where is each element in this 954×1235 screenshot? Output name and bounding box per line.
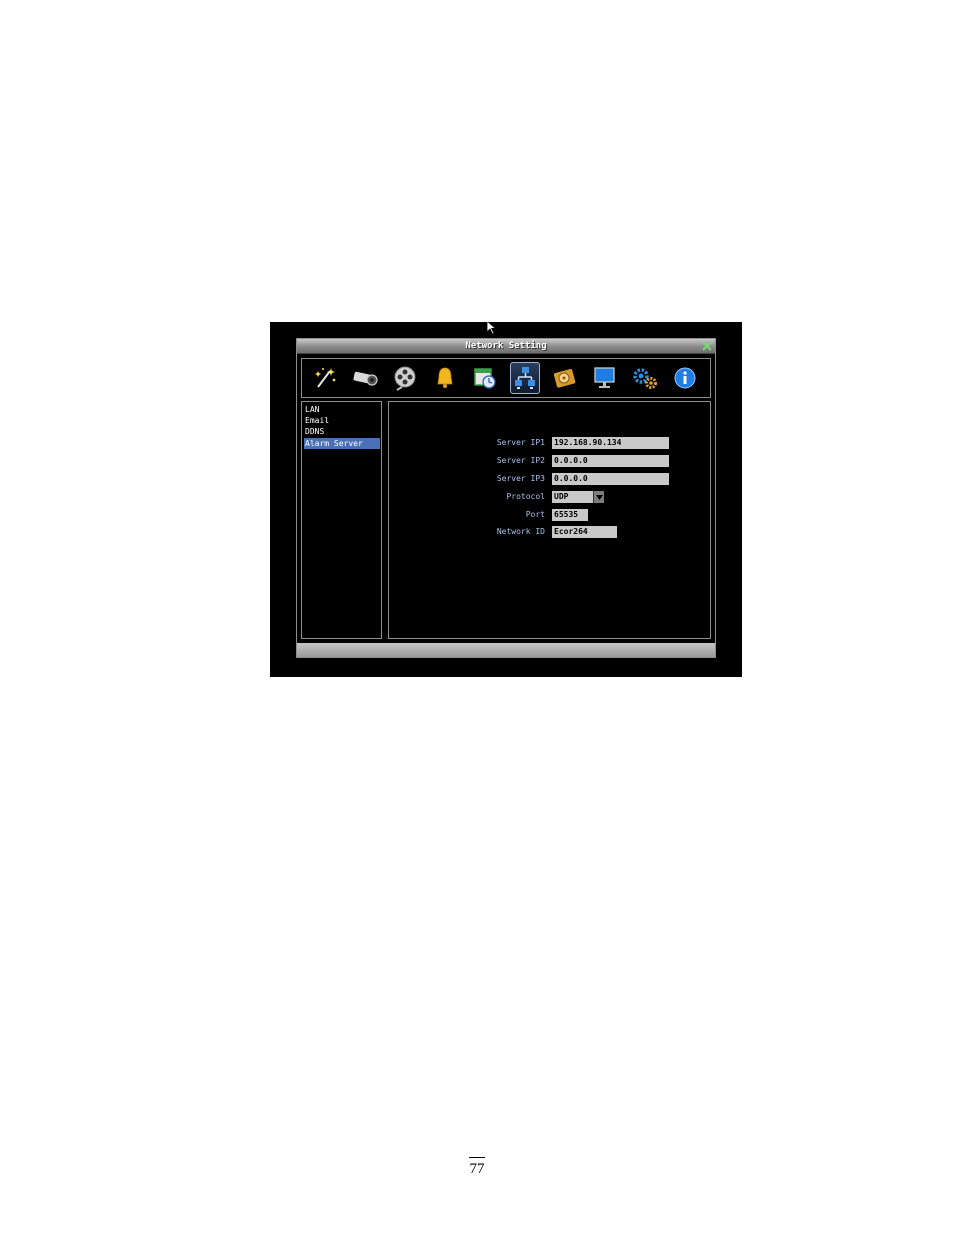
wizard-wand-icon bbox=[315, 368, 336, 388]
network-icon bbox=[515, 367, 535, 389]
protocol-select[interactable]: UDP bbox=[552, 491, 604, 503]
monitor-icon bbox=[594, 367, 615, 388]
sidebar-item-lan[interactable]: LAN bbox=[304, 404, 380, 415]
toolbar-info-button[interactable] bbox=[670, 362, 700, 394]
server-ip3-label: Server IP3 bbox=[496, 474, 545, 483]
info-icon bbox=[674, 367, 696, 389]
sidebar-item-ddns[interactable]: DDNS bbox=[304, 426, 380, 437]
schedule-clock-icon bbox=[474, 368, 496, 389]
toolbar-wizard-button[interactable] bbox=[310, 362, 340, 394]
page-number-rule bbox=[469, 1157, 485, 1158]
camera-icon bbox=[353, 371, 378, 386]
server-ip2-field[interactable]: 0.0.0.0 bbox=[552, 455, 669, 467]
port-field[interactable]: 65535 bbox=[552, 509, 588, 521]
toolbar-alarm-button[interactable] bbox=[430, 362, 460, 394]
dvr-screen: Network Setting LAN Email DDNS Alarm Ser… bbox=[270, 322, 742, 677]
toolbar-playback-button[interactable] bbox=[390, 362, 420, 394]
sidebar-item-alarm-server[interactable]: Alarm Server bbox=[304, 438, 380, 449]
chevron-down-icon[interactable] bbox=[593, 491, 604, 503]
toolbar-schedule-button[interactable] bbox=[470, 362, 500, 394]
status-bar bbox=[297, 643, 715, 657]
title-bar[interactable]: Network Setting bbox=[297, 339, 715, 354]
server-ip2-label: Server IP2 bbox=[496, 456, 545, 465]
protocol-label: Protocol bbox=[506, 492, 545, 501]
port-label: Port bbox=[525, 510, 545, 519]
toolbar-display-button[interactable] bbox=[590, 362, 620, 394]
network-setting-window: Network Setting LAN Email DDNS Alarm Ser… bbox=[296, 338, 716, 658]
network-id-field[interactable]: Ecor264 bbox=[552, 526, 617, 538]
page-number: 77 bbox=[469, 1161, 485, 1177]
protocol-value: UDP bbox=[554, 492, 569, 501]
film-reel-icon bbox=[394, 366, 416, 391]
server-ip3-field[interactable]: 0.0.0.0 bbox=[552, 473, 669, 485]
settings-panel: Server IP1 192.168.90.134 Server IP2 0.0… bbox=[388, 401, 711, 639]
gears-icon bbox=[633, 368, 657, 389]
hard-disk-icon bbox=[553, 369, 576, 388]
toolbar-disk-button[interactable] bbox=[550, 362, 580, 394]
server-ip1-field[interactable]: 192.168.90.134 bbox=[552, 437, 669, 449]
toolbar-camera-button[interactable] bbox=[350, 362, 380, 394]
mouse-pointer-icon bbox=[486, 322, 497, 335]
network-id-label: Network ID bbox=[496, 527, 545, 536]
sidebar-item-email[interactable]: Email bbox=[304, 415, 380, 426]
close-icon[interactable] bbox=[701, 340, 713, 352]
toolbar-network-button[interactable] bbox=[510, 362, 540, 394]
menu-toolbar bbox=[301, 358, 711, 398]
toolbar-system-button[interactable] bbox=[630, 362, 660, 394]
sidebar-menu: LAN Email DDNS Alarm Server bbox=[301, 401, 382, 639]
server-ip1-label: Server IP1 bbox=[496, 438, 545, 447]
window-title: Network Setting bbox=[465, 341, 547, 351]
bell-icon bbox=[437, 367, 453, 388]
